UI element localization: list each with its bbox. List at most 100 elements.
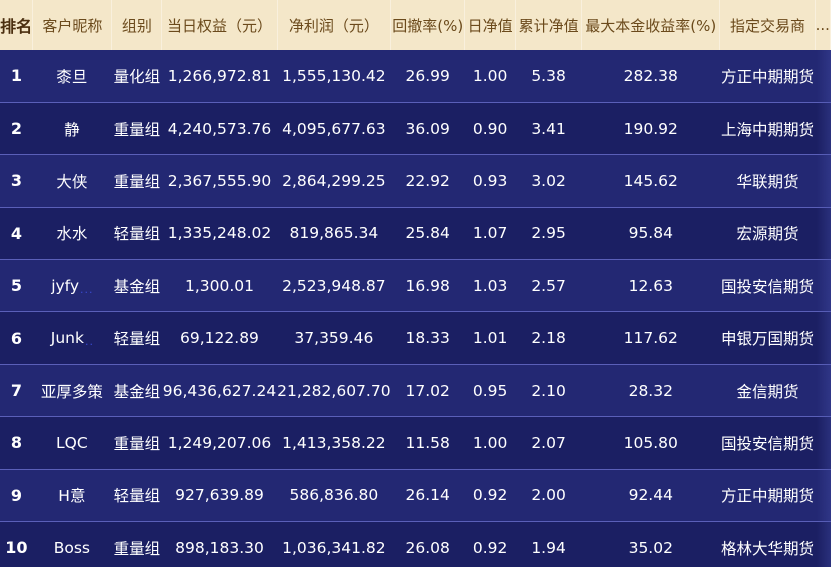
broker-cell: 上海中期期货: [719, 102, 816, 156]
drawdown-cell: 16.98: [390, 259, 465, 313]
drawdown-cell: 11.58: [390, 416, 465, 470]
rank-cell: 7: [0, 364, 33, 418]
table-row[interactable]: 6 Junk.. 轻量组 69,122.89 37,359.46 18.33 1…: [0, 311, 831, 365]
profit-cell: 2,523,948.87: [277, 259, 391, 313]
nickname-text: 亚厚多策: [40, 382, 103, 401]
cum-nav-cell: 3.02: [515, 154, 582, 208]
max-return-cell: 282.38: [581, 50, 720, 103]
cum-nav-cell: 2.95: [515, 207, 582, 261]
nickname-text: LQC: [56, 433, 88, 452]
broker-cell: 格林大华期货: [719, 521, 816, 567]
daily-nav-cell: 1.01: [464, 311, 516, 365]
column-header-extra[interactable]: ...: [815, 0, 831, 50]
rank-cell: 10: [0, 521, 33, 567]
daily-nav-cell: 1.00: [464, 50, 516, 103]
column-header-group[interactable]: 组别: [111, 0, 163, 50]
group-cell: 轻量组: [111, 469, 162, 523]
table-row[interactable]: 3 大侠 重量组 2,367,555.90 2,864,299.25 22.92…: [0, 154, 831, 208]
cum-nav-cell: 3.41: [515, 102, 582, 156]
broker-cell: 方正中期期货: [719, 469, 816, 523]
profit-cell: 1,555,130.42: [277, 50, 391, 103]
table-row[interactable]: 1 桼旦 量化组 1,266,972.81 1,555,130.42 26.99…: [0, 50, 831, 103]
broker-cell: 方正中期期货: [719, 50, 816, 103]
max-return-cell: 117.62: [581, 311, 720, 365]
cum-nav-cell: 1.94: [515, 521, 582, 567]
table-row[interactable]: 4 水水 轻量组 1,335,248.02 819,865.34 25.84 1…: [0, 207, 831, 261]
column-header-max-return[interactable]: 最大本金收益率(%): [581, 0, 721, 50]
drawdown-cell: 26.99: [390, 50, 465, 103]
equity-cell: 927,639.89: [161, 469, 278, 523]
drawdown-cell: 18.33: [390, 311, 465, 365]
rank-cell: 3: [0, 154, 33, 208]
column-header-rank[interactable]: 排名: [0, 0, 34, 50]
column-header-cum-nav[interactable]: 累计净值: [515, 0, 583, 50]
ranking-table: 排名 客户昵称 组别 当日权益（元） 净利润（元） 回撤率(%) 日净值 累计净…: [0, 0, 831, 567]
profit-cell: 819,865.34: [277, 207, 391, 261]
column-header-broker[interactable]: 指定交易商: [719, 0, 816, 50]
truncation-dots: ...: [80, 282, 94, 296]
cum-nav-cell: 2.57: [515, 259, 582, 313]
daily-nav-cell: 0.90: [464, 102, 516, 156]
rank-cell: 5: [0, 259, 33, 313]
nickname-cell: Junk..: [32, 311, 112, 365]
drawdown-cell: 25.84: [390, 207, 465, 261]
column-header-equity[interactable]: 当日权益（元）: [161, 0, 278, 50]
drawdown-cell: 26.08: [390, 521, 465, 567]
extra-cell: [815, 311, 831, 365]
cum-nav-cell: 2.18: [515, 311, 582, 365]
daily-nav-cell: 0.95: [464, 364, 516, 418]
nickname-text: Boss: [53, 538, 91, 557]
daily-nav-cell: 1.00: [464, 416, 516, 470]
profit-cell: 21,282,607.70: [277, 364, 391, 418]
equity-cell: 898,183.30: [161, 521, 278, 567]
daily-nav-cell: 0.92: [464, 521, 516, 567]
column-header-nickname[interactable]: 客户昵称: [32, 0, 113, 50]
nickname-text: Junk: [50, 329, 84, 348]
extra-cell: [815, 259, 831, 313]
daily-nav-cell: 0.93: [464, 154, 516, 208]
group-cell: 轻量组: [111, 311, 162, 365]
equity-cell: 69,122.89: [161, 311, 278, 365]
rank-cell: 4: [0, 207, 33, 261]
equity-cell: 1,300.01: [161, 259, 278, 313]
max-return-cell: 95.84: [581, 207, 720, 261]
nickname-cell: jyfy...: [32, 259, 112, 313]
broker-cell: 华联期货: [719, 154, 816, 208]
equity-cell: 2,367,555.90: [161, 154, 278, 208]
table-row[interactable]: 9 H意 轻量组 927,639.89 586,836.80 26.14 0.9…: [0, 469, 831, 523]
column-header-profit[interactable]: 净利润（元）: [277, 0, 392, 50]
rank-cell: 6: [0, 311, 33, 365]
profit-cell: 586,836.80: [277, 469, 391, 523]
table-row[interactable]: 5 jyfy... 基金组 1,300.01 2,523,948.87 16.9…: [0, 259, 831, 313]
table-row[interactable]: 10 Boss 重量组 898,183.30 1,036,341.82 26.0…: [0, 521, 831, 567]
rank-cell: 9: [0, 469, 33, 523]
nickname-cell: LQC: [32, 416, 112, 470]
broker-cell: 金信期货: [719, 364, 816, 418]
table-row[interactable]: 2 静 重量组 4,240,573.76 4,095,677.63 36.09 …: [0, 102, 831, 156]
nickname-text: 水水: [56, 225, 88, 244]
profit-cell: 2,864,299.25: [277, 154, 391, 208]
equity-cell: 1,335,248.02: [161, 207, 278, 261]
column-header-daily-nav[interactable]: 日净值: [464, 0, 516, 50]
equity-cell: 1,249,207.06: [161, 416, 278, 470]
rank-cell: 8: [0, 416, 33, 470]
daily-nav-cell: 0.92: [464, 469, 516, 523]
extra-cell: [815, 521, 831, 567]
nickname-cell: 水水: [32, 207, 112, 261]
max-return-cell: 145.62: [581, 154, 720, 208]
extra-cell: [815, 50, 831, 103]
group-cell: 量化组: [111, 50, 162, 103]
broker-cell: 申银万国期货: [719, 311, 816, 365]
equity-cell: 1,266,972.81: [161, 50, 278, 103]
extra-cell: [815, 154, 831, 208]
equity-cell: 96,436,627.24: [161, 364, 278, 418]
drawdown-cell: 22.92: [390, 154, 465, 208]
group-cell: 重量组: [111, 521, 162, 567]
daily-nav-cell: 1.07: [464, 207, 516, 261]
extra-cell: [815, 469, 831, 523]
table-row[interactable]: 7 亚厚多策 基金组 96,436,627.24 21,282,607.70 1…: [0, 364, 831, 418]
equity-cell: 4,240,573.76: [161, 102, 278, 156]
table-row[interactable]: 8 LQC 重量组 1,249,207.06 1,413,358.22 11.5…: [0, 416, 831, 470]
nickname-cell: 桼旦: [32, 50, 112, 103]
column-header-drawdown[interactable]: 回撤率(%): [390, 0, 466, 50]
